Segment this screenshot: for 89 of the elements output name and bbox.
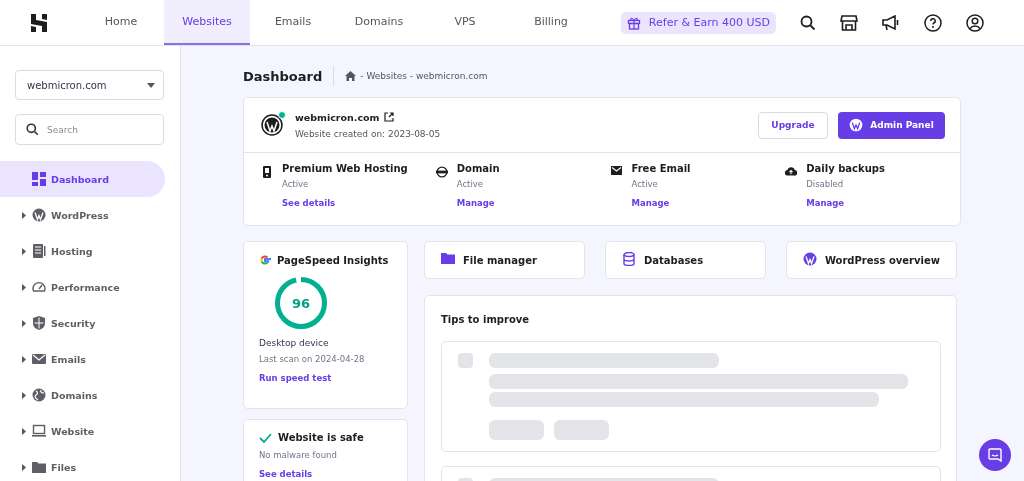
- shield-icon: [32, 316, 46, 330]
- nav-tab[interactable]: VPS: [422, 0, 508, 45]
- expand-caret-icon[interactable]: [22, 283, 26, 291]
- wordpress-logo-icon: [802, 252, 817, 266]
- laptop-icon: [32, 424, 46, 438]
- google-logo-icon: [259, 254, 271, 266]
- search-field[interactable]: Search: [15, 114, 164, 145]
- search-icon: [26, 123, 39, 136]
- logo-icon[interactable]: [30, 13, 48, 32]
- service-name: Free Email: [631, 163, 691, 174]
- globe-icon: [32, 388, 46, 402]
- service-link[interactable]: Manage: [456, 198, 500, 208]
- wordpress-logo-icon: [32, 208, 46, 222]
- envelope-icon: [32, 352, 46, 366]
- expand-caret-icon[interactable]: [22, 391, 26, 399]
- website-domain[interactable]: webmicron.com: [295, 111, 380, 123]
- card-title: Website is safe: [278, 432, 364, 443]
- refer-button[interactable]: Refer & Earn 400 USD: [620, 11, 776, 34]
- expand-caret-icon[interactable]: [22, 463, 26, 471]
- server-icon: [32, 244, 46, 258]
- dashboard-icon: [32, 172, 46, 186]
- sidebar-item[interactable]: Performance: [0, 269, 165, 305]
- home-icon[interactable]: [345, 71, 357, 81]
- cloud-upload-icon: [785, 166, 798, 176]
- page-title: Dashboard: [243, 68, 323, 84]
- wordpress-logo-icon: [261, 114, 283, 136]
- sidebar-item[interactable]: Domains: [0, 377, 165, 413]
- database-icon: [621, 252, 636, 266]
- service-status: Active: [282, 179, 310, 189]
- sidebar-item[interactable]: Security: [0, 305, 165, 341]
- nav-tab[interactable]: Home: [78, 0, 164, 45]
- www-globe-icon: [435, 166, 448, 178]
- caret-icon: [147, 82, 155, 88]
- run-speed-test-link[interactable]: Run speed test: [259, 373, 392, 383]
- upgrade-button[interactable]: Upgrade: [758, 111, 828, 139]
- nav-tab[interactable]: Domains: [336, 0, 422, 45]
- phone-icon: [263, 166, 271, 178]
- service-link[interactable]: Manage: [806, 198, 885, 208]
- shortcut-card[interactable]: File manager: [424, 241, 585, 279]
- card-title: Tips to improve: [441, 314, 531, 325]
- gift-icon: [626, 15, 641, 30]
- website-select[interactable]: webmicron.com: [15, 70, 164, 100]
- gauge-icon: [32, 280, 46, 294]
- service-name: Premium Web Hosting: [282, 163, 408, 174]
- expand-caret-icon[interactable]: [22, 355, 26, 363]
- device-label: Desktop device: [259, 338, 330, 348]
- service-status: Active: [631, 179, 659, 189]
- shortcut-card[interactable]: WordPress overview: [785, 241, 957, 279]
- search-icon[interactable]: [800, 14, 816, 31]
- service-link[interactable]: See details: [282, 198, 408, 208]
- service-status: Disabled: [806, 179, 845, 189]
- store-icon[interactable]: [840, 14, 858, 31]
- external-link-icon[interactable]: [384, 112, 395, 122]
- envelope-icon: [611, 166, 622, 175]
- nav-tab[interactable]: Billing: [508, 0, 594, 45]
- expand-caret-icon[interactable]: [22, 319, 26, 327]
- admin-panel-button[interactable]: Admin Panel: [838, 111, 945, 139]
- sidebar-item[interactable]: WordPress: [0, 197, 165, 233]
- service-name: Domain: [456, 163, 500, 174]
- sidebar-item[interactable]: Dashboard: [0, 161, 165, 197]
- sidebar-item[interactable]: Hosting: [0, 233, 165, 269]
- malware-status: No malware found: [259, 450, 338, 460]
- account-icon[interactable]: [966, 13, 984, 32]
- sidebar-item[interactable]: Website: [0, 413, 165, 449]
- service-link[interactable]: Manage: [631, 198, 691, 208]
- breadcrumb: - Websites - webmicron.com: [360, 71, 488, 81]
- sidebar-item[interactable]: Files: [0, 449, 165, 481]
- last-scan-date: Last scan on 2024-04-28: [259, 354, 366, 364]
- nav-tab[interactable]: Websites: [164, 0, 250, 45]
- megaphone-icon[interactable]: [882, 14, 900, 31]
- expand-caret-icon[interactable]: [22, 247, 26, 255]
- nav-tab[interactable]: Emails: [250, 0, 336, 45]
- service-status: Active: [456, 179, 485, 189]
- checkmark-icon: [259, 432, 272, 443]
- folder-icon: [441, 252, 455, 266]
- score-value: 96: [291, 296, 311, 311]
- wordpress-logo-icon: [849, 118, 864, 132]
- chat-icon: [988, 448, 1002, 462]
- folder-icon: [32, 460, 46, 474]
- chat-button[interactable]: [979, 439, 1011, 471]
- creation-date: Website created on: 2023-08-05: [295, 128, 441, 139]
- see-details-link[interactable]: See details: [259, 469, 392, 479]
- shortcut-card[interactable]: Databases: [604, 241, 766, 279]
- help-icon[interactable]: [924, 13, 942, 32]
- service-name: Daily backups: [806, 163, 885, 174]
- expand-caret-icon[interactable]: [22, 211, 26, 219]
- sidebar-item[interactable]: Emails: [0, 341, 165, 377]
- expand-caret-icon[interactable]: [22, 427, 26, 435]
- card-title: PageSpeed Insights: [277, 254, 389, 266]
